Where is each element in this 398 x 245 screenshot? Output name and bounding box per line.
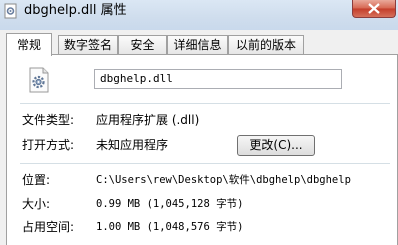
tab-general[interactable]: 常规 xyxy=(6,33,52,56)
tab-security[interactable]: 安全 xyxy=(118,35,167,54)
disk-size-label: 占用空间: xyxy=(22,220,75,234)
tab-previous-versions[interactable]: 以前的版本 xyxy=(228,35,304,54)
size-value: 0.99 MB (1,045,128 字节) xyxy=(96,198,244,210)
file-name-field[interactable]: dbghelp.dll xyxy=(94,69,342,89)
dll-file-icon xyxy=(4,3,17,19)
divider xyxy=(20,103,390,104)
close-icon xyxy=(368,3,380,14)
size-label: 大小: xyxy=(22,197,51,211)
file-type-label: 文件类型: xyxy=(22,113,75,127)
opens-with-value: 未知应用程序 xyxy=(96,138,169,152)
close-button[interactable] xyxy=(352,0,396,18)
location-label: 位置: xyxy=(22,173,51,187)
title-bar[interactable]: dbghelp.dll 属性 xyxy=(0,0,398,30)
disk-size-value: 1.00 MB (1,048,576 字节) xyxy=(96,221,244,233)
window-title: dbghelp.dll 属性 xyxy=(24,3,127,18)
file-type-value: 应用程序扩展 (.dll) xyxy=(96,113,200,127)
file-gear-icon xyxy=(29,67,49,93)
properties-window: dbghelp.dll 属性 常规 数字签名 安全 详细信息 以前的版本 dbg… xyxy=(0,0,398,245)
opens-with-label: 打开方式: xyxy=(22,138,75,152)
tab-digital-signatures[interactable]: 数字签名 xyxy=(58,35,118,54)
location-value: C:\Users\rew\Desktop\软件\dbghelp\dbghelp xyxy=(96,174,351,186)
divider xyxy=(20,163,390,164)
change-button[interactable]: 更改(C)... xyxy=(237,135,315,156)
tab-details[interactable]: 详细信息 xyxy=(167,35,228,54)
